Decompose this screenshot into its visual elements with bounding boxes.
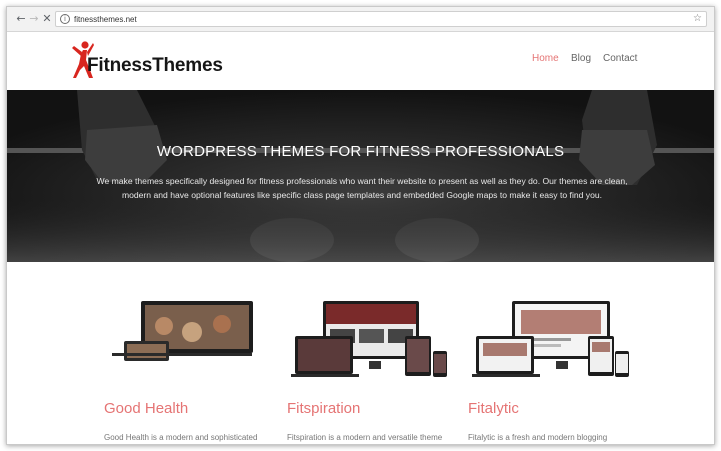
back-button[interactable]: ← — [14, 12, 28, 26]
theme-title[interactable]: Good Health — [104, 400, 188, 417]
nav-contact[interactable]: Contact — [603, 53, 637, 64]
logo-text: FitnessThemes — [87, 55, 223, 76]
theme-description: Good Health is a modern and sophisticate… — [104, 433, 258, 442]
theme-card-good-health[interactable]: Good Health Good Health is a modern and … — [104, 262, 284, 444]
address-bar[interactable]: i fitnessthemes.net ☆ — [55, 11, 707, 27]
device-mockup-image[interactable] — [104, 296, 284, 388]
themes-section: Good Health Good Health is a modern and … — [7, 262, 714, 444]
theme-title[interactable]: Fitalytic — [468, 400, 519, 417]
hero-title: WORDPRESS THEMES FOR FITNESS PROFESSIONA… — [156, 143, 565, 160]
theme-description: Fitspiration is a modern and versatile t… — [287, 433, 443, 442]
arrow-right-icon: → — [29, 12, 39, 25]
theme-description: Fitalytic is a fresh and modern blogging — [468, 433, 608, 442]
device-mockup-image[interactable] — [468, 296, 648, 388]
theme-card-fitspiration[interactable]: Fitspiration Fitspiration is a modern an… — [287, 262, 467, 444]
url-text[interactable]: fitnessthemes.net — [74, 14, 137, 25]
device-mockup-image[interactable] — [287, 296, 467, 388]
nav-blog[interactable]: Blog — [571, 53, 591, 64]
browser-window: ← → ✕ i fitnessthemes.net ☆ FitnessTheme… — [6, 6, 715, 445]
forward-button[interactable]: → — [27, 12, 41, 26]
hero-banner: WORDPRESS THEMES FOR FITNESS PROFESSIONA… — [7, 90, 714, 262]
star-icon[interactable]: ☆ — [693, 13, 702, 25]
info-icon[interactable]: i — [60, 14, 70, 24]
stop-loading-button[interactable]: ✕ — [40, 12, 54, 26]
site-logo[interactable]: FitnessThemes — [71, 40, 241, 82]
site-header: FitnessThemes Home Blog Contact — [7, 32, 714, 90]
close-icon: ✕ — [42, 12, 52, 25]
arrow-left-icon: ← — [16, 12, 26, 25]
theme-title[interactable]: Fitspiration — [287, 400, 360, 417]
nav-home[interactable]: Home — [532, 53, 559, 64]
theme-card-fitalytic[interactable]: Fitalytic Fitalytic is a fresh and moder… — [468, 262, 648, 444]
hero-description: We make themes specifically designed for… — [96, 176, 628, 200]
browser-toolbar: ← → ✕ i fitnessthemes.net ☆ — [7, 7, 714, 32]
